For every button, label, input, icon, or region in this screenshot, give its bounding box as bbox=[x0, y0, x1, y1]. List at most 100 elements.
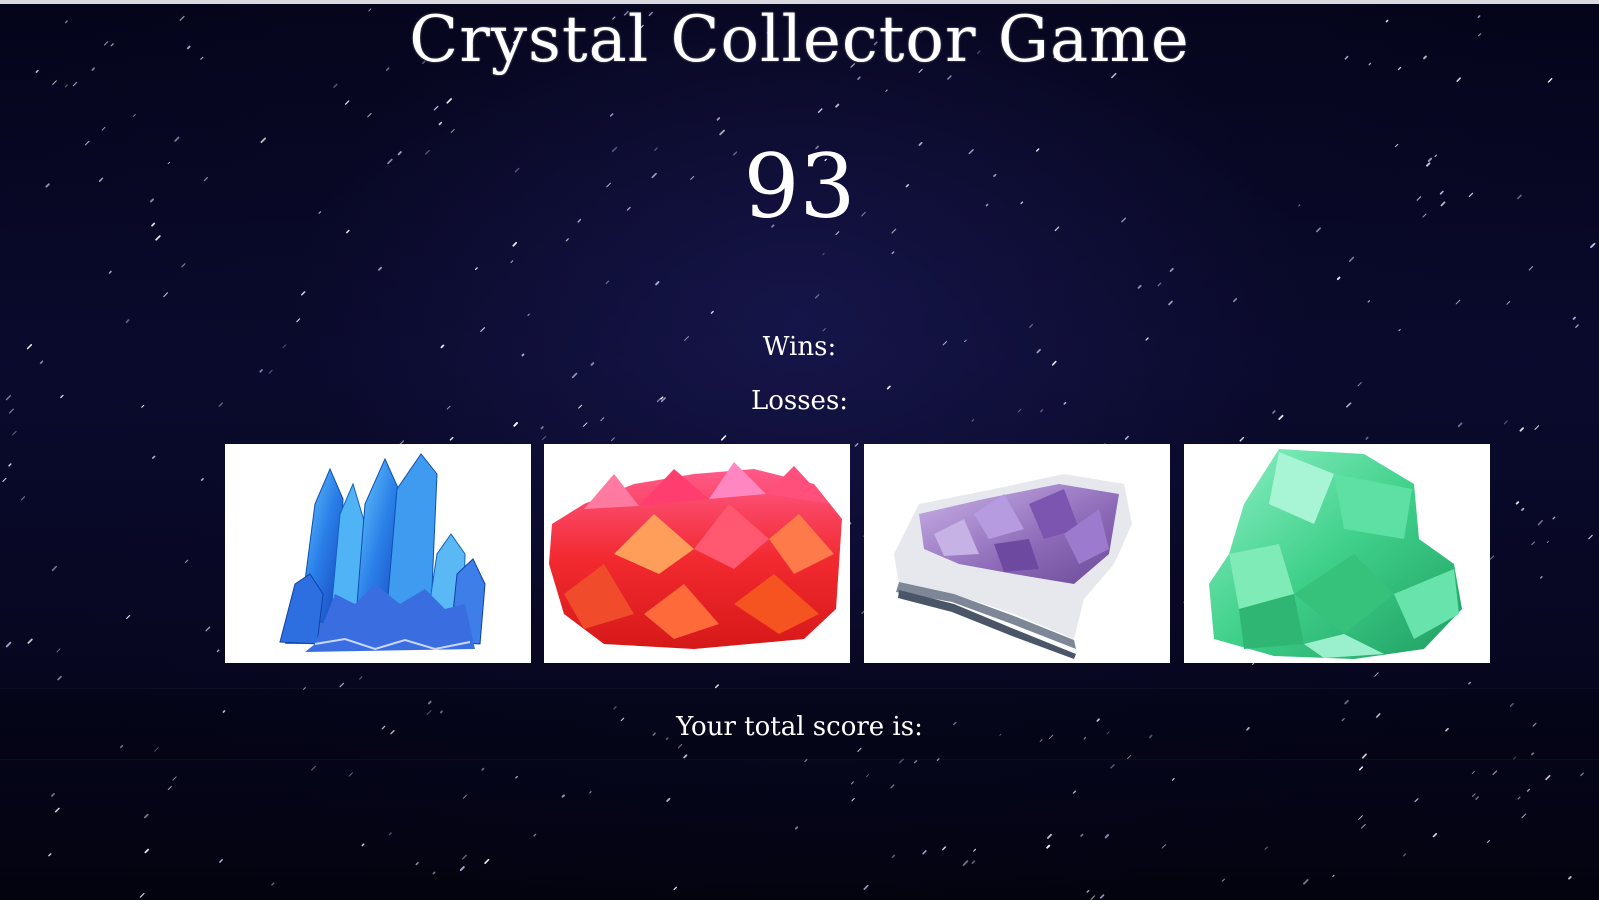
star bbox=[481, 767, 485, 771]
star bbox=[184, 559, 189, 564]
star bbox=[64, 84, 68, 88]
star bbox=[863, 884, 869, 890]
star bbox=[922, 849, 927, 855]
star bbox=[5, 641, 12, 648]
star bbox=[1457, 422, 1463, 428]
star bbox=[139, 892, 145, 898]
star bbox=[1303, 879, 1309, 885]
star bbox=[51, 793, 55, 797]
blue-crystal-icon bbox=[279, 453, 486, 652]
star bbox=[125, 319, 130, 324]
crystal-purple-button[interactable] bbox=[864, 444, 1170, 663]
star bbox=[20, 496, 26, 501]
star bbox=[655, 281, 660, 286]
star bbox=[1090, 895, 1096, 900]
star bbox=[101, 126, 106, 131]
star bbox=[589, 791, 592, 794]
star bbox=[1521, 507, 1525, 511]
star bbox=[333, 83, 338, 88]
star bbox=[1099, 894, 1105, 899]
star bbox=[348, 772, 353, 777]
star bbox=[432, 871, 436, 875]
star bbox=[890, 784, 895, 789]
star bbox=[388, 832, 392, 836]
star bbox=[1365, 436, 1369, 440]
star bbox=[1168, 300, 1173, 306]
star bbox=[1475, 796, 1479, 800]
star bbox=[1455, 299, 1461, 305]
star bbox=[1515, 501, 1520, 505]
star bbox=[1086, 889, 1090, 893]
crystal-blue-button[interactable] bbox=[225, 444, 531, 663]
star bbox=[167, 785, 172, 791]
star bbox=[513, 422, 518, 427]
star bbox=[56, 648, 61, 653]
star bbox=[301, 291, 306, 296]
star bbox=[1029, 323, 1034, 328]
star bbox=[885, 89, 888, 92]
star bbox=[822, 252, 825, 256]
star bbox=[1471, 770, 1475, 775]
star bbox=[1239, 436, 1245, 442]
star bbox=[1468, 681, 1471, 685]
crystal-red-button[interactable] bbox=[544, 444, 850, 663]
star bbox=[72, 81, 78, 87]
star bbox=[1232, 297, 1238, 303]
star bbox=[1124, 435, 1129, 440]
star bbox=[1414, 798, 1419, 803]
star bbox=[1572, 316, 1576, 320]
star bbox=[851, 781, 854, 785]
crystal-green-button[interactable] bbox=[1184, 444, 1490, 663]
star bbox=[1171, 777, 1175, 781]
star bbox=[1534, 425, 1540, 430]
star bbox=[1110, 764, 1115, 769]
star bbox=[1552, 516, 1556, 520]
star bbox=[1367, 300, 1371, 303]
star bbox=[1590, 242, 1596, 249]
star bbox=[1531, 541, 1535, 546]
crystal-row bbox=[225, 444, 1491, 664]
star bbox=[415, 862, 419, 866]
star bbox=[339, 682, 345, 688]
star bbox=[1432, 833, 1437, 838]
star bbox=[1546, 540, 1549, 543]
star bbox=[1264, 846, 1269, 850]
star bbox=[144, 813, 149, 819]
star bbox=[433, 105, 439, 111]
star bbox=[484, 858, 490, 865]
star bbox=[12, 430, 17, 436]
star bbox=[605, 280, 610, 284]
star bbox=[835, 103, 840, 108]
star bbox=[378, 266, 383, 271]
star bbox=[152, 455, 156, 459]
total-score-label: Your total score is: bbox=[676, 712, 923, 742]
star bbox=[446, 98, 452, 104]
red-crystal-icon bbox=[549, 462, 842, 649]
star bbox=[1374, 672, 1379, 677]
star bbox=[1137, 284, 1142, 289]
star bbox=[1580, 772, 1584, 777]
star bbox=[1046, 844, 1051, 849]
target-number: 93 bbox=[743, 135, 856, 238]
star bbox=[971, 419, 975, 422]
star bbox=[1519, 427, 1524, 432]
star bbox=[132, 113, 136, 117]
star bbox=[1046, 833, 1052, 839]
star bbox=[1568, 876, 1572, 880]
star bbox=[296, 318, 301, 323]
star bbox=[515, 775, 518, 779]
star bbox=[126, 614, 131, 620]
star bbox=[54, 807, 60, 813]
star bbox=[1358, 815, 1363, 820]
star bbox=[205, 626, 211, 632]
star bbox=[1072, 790, 1077, 794]
star bbox=[144, 848, 149, 854]
star bbox=[48, 853, 52, 857]
star bbox=[510, 260, 514, 264]
star bbox=[163, 292, 169, 298]
star bbox=[527, 313, 530, 317]
star bbox=[582, 422, 588, 427]
star bbox=[51, 565, 57, 572]
purple-crystal-icon bbox=[894, 474, 1132, 659]
star bbox=[1332, 874, 1335, 877]
